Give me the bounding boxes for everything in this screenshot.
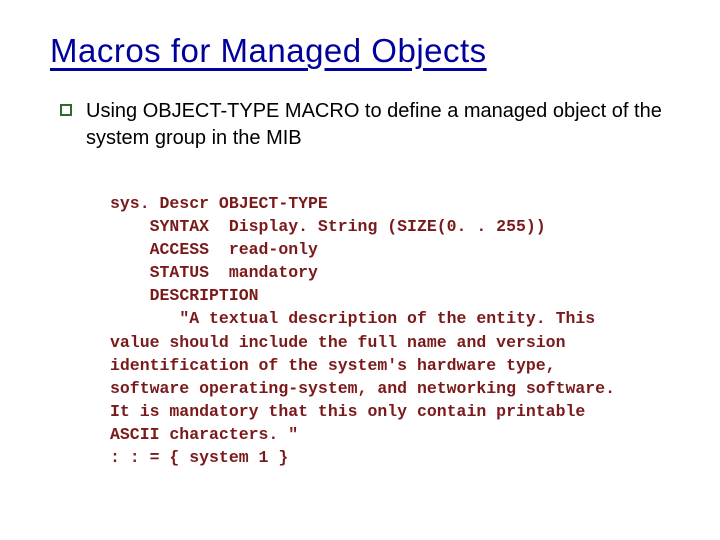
square-bullet-icon	[60, 104, 72, 116]
bullet-item: Using OBJECT-TYPE MACRO to define a mana…	[60, 98, 680, 152]
slide: Macros for Managed Objects Using OBJECT-…	[0, 0, 720, 540]
page-title: Macros for Managed Objects	[50, 32, 680, 70]
code-block: sys. Descr OBJECT-TYPE SYNTAX Display. S…	[110, 192, 660, 469]
bullet-text: Using OBJECT-TYPE MACRO to define a mana…	[86, 98, 680, 152]
